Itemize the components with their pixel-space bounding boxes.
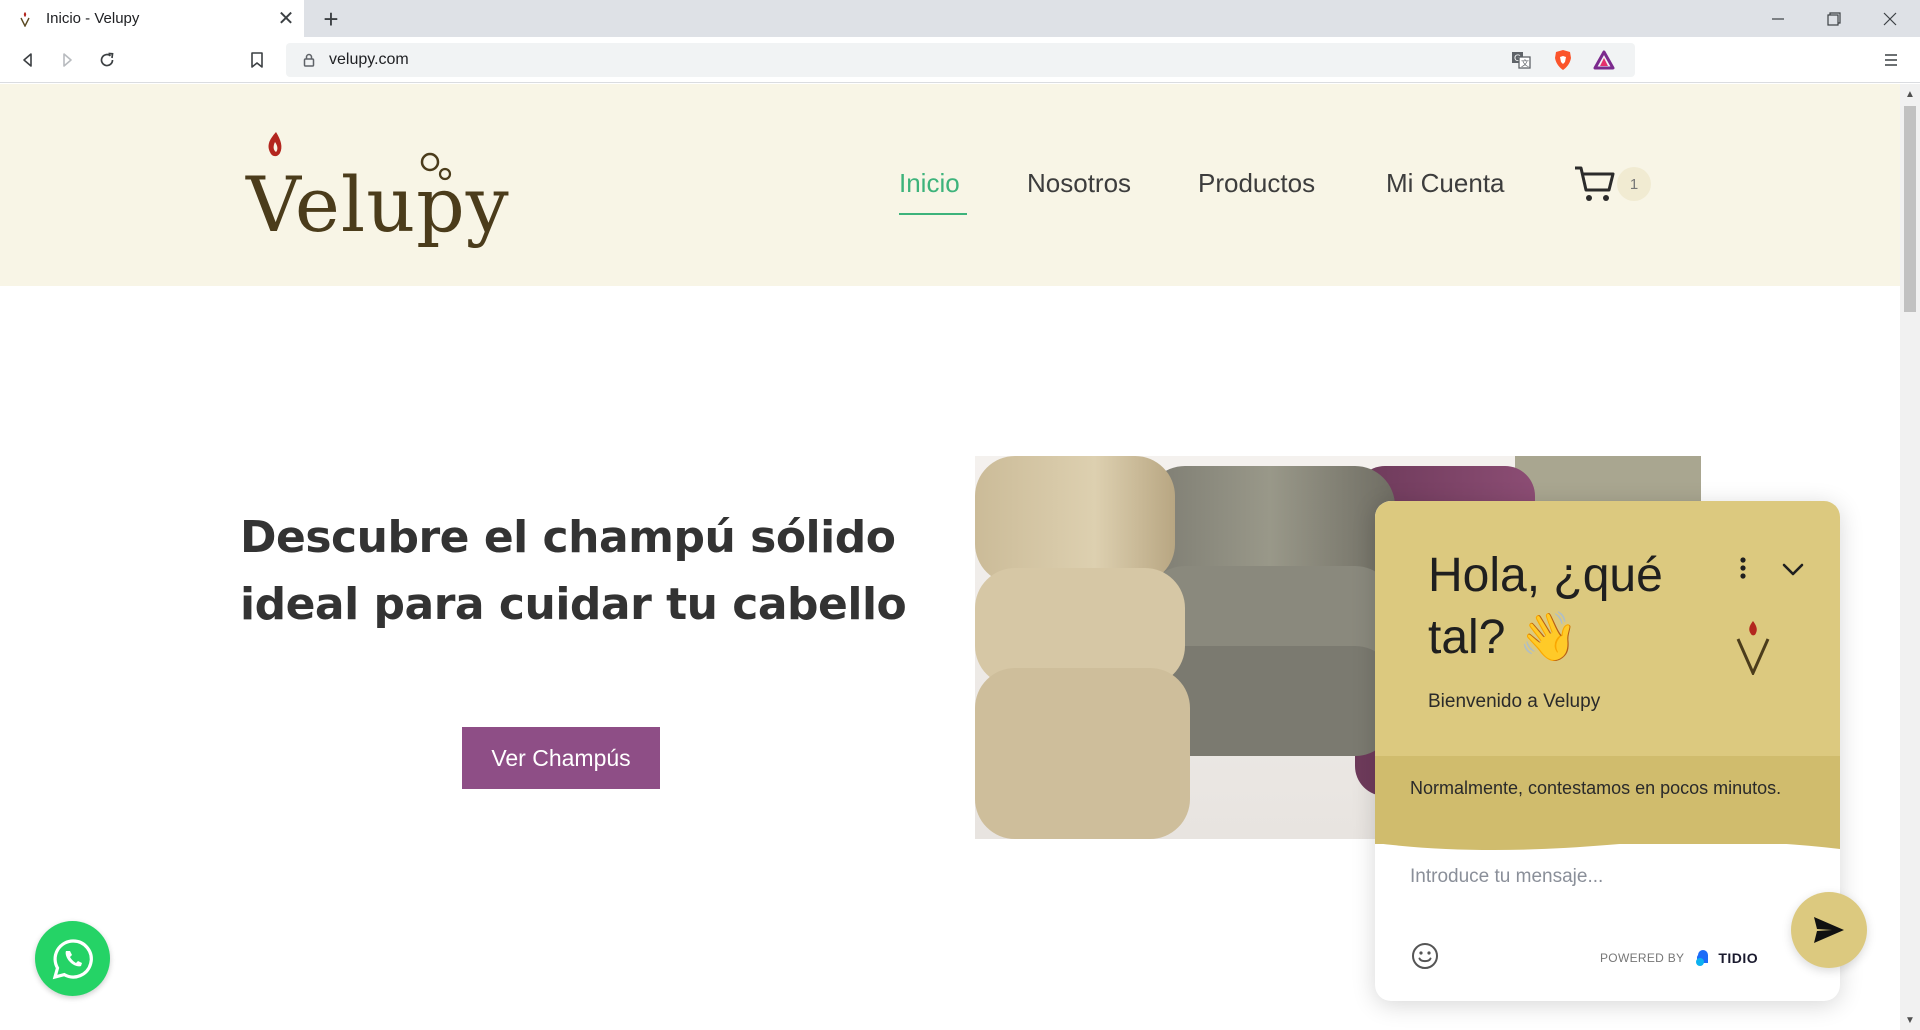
nav-active-underline — [899, 213, 967, 215]
whatsapp-icon — [52, 938, 93, 979]
chat-message-input[interactable]: Introduce tu mensaje... — [1410, 866, 1603, 888]
restore-window-icon[interactable] — [1806, 0, 1862, 37]
emoji-icon[interactable] — [1410, 941, 1440, 971]
chat-response-note: Normalmente, contestamos en pocos minuto… — [1410, 778, 1782, 798]
close-tab-icon[interactable]: ✕ — [268, 1, 304, 37]
forward-icon[interactable] — [52, 45, 82, 75]
velupy-favicon-icon — [20, 11, 30, 27]
cart-count-badge[interactable]: 1 — [1617, 167, 1651, 201]
chevron-down-icon[interactable] — [1779, 555, 1807, 583]
tab-active[interactable]: Inicio - Velupy ✕ — [0, 0, 304, 37]
tab-strip: Inicio - Velupy ✕ + — [0, 0, 1920, 37]
scroll-down-icon[interactable]: ▼ — [1900, 1012, 1920, 1028]
browser-toolbar: velupy.com G文 — [0, 37, 1920, 83]
address-bar[interactable]: velupy.com G文 — [286, 43, 1635, 77]
whatsapp-button[interactable] — [35, 921, 110, 996]
chat-greeting: Hola, ¿qué tal? 👋 — [1428, 549, 1663, 664]
send-message-button[interactable] — [1791, 892, 1867, 968]
tidio-brand: TIDIO — [1718, 950, 1759, 966]
nav-productos[interactable]: Productos — [1198, 168, 1315, 199]
tab-title: Inicio - Velupy — [46, 10, 140, 27]
site-header: Velupy Inicio Nosotros Productos Mi Cuen… — [0, 84, 1900, 286]
brave-rewards-icon[interactable] — [1591, 49, 1617, 71]
send-icon — [1814, 917, 1844, 943]
menu-icon[interactable] — [1876, 45, 1906, 75]
new-tab-button[interactable]: + — [316, 4, 346, 34]
brave-shield-icon[interactable] — [1550, 49, 1576, 71]
powered-by-tidio[interactable]: POWERED BY TIDIO — [1600, 949, 1758, 967]
powered-by-label: POWERED BY — [1600, 951, 1685, 965]
reload-icon[interactable] — [92, 45, 122, 75]
hero-title: Descubre el champú sólido ideal para cui… — [240, 512, 907, 630]
chat-welcome: Bienvenido a Velupy — [1428, 691, 1601, 712]
velupy-avatar-icon — [1736, 621, 1770, 675]
svg-text:文: 文 — [1521, 58, 1529, 68]
tidio-logo-icon — [1696, 950, 1709, 966]
minimize-window-icon[interactable] — [1750, 0, 1806, 37]
scrollbar[interactable]: ▲ ▼ — [1900, 84, 1920, 1030]
velupy-logo[interactable]: Velupy — [240, 130, 509, 249]
scroll-up-icon[interactable]: ▲ — [1900, 86, 1920, 102]
translate-icon[interactable]: G文 — [1508, 49, 1534, 71]
back-icon[interactable] — [13, 45, 43, 75]
logo-text: Velupy — [246, 160, 510, 249]
chat-wave-divider — [1375, 831, 1840, 850]
nav-mi-cuenta[interactable]: Mi Cuenta — [1386, 168, 1505, 199]
ver-champus-button[interactable]: Ver Champús — [462, 727, 660, 789]
lock-icon — [303, 53, 315, 67]
nav-inicio[interactable]: Inicio — [899, 168, 960, 199]
chat-header: Hola, ¿qué tal? 👋 Bienvenido a Velupy — [1375, 501, 1840, 756]
url-text: velupy.com — [329, 51, 409, 68]
more-options-icon[interactable] — [1733, 553, 1753, 583]
scrollbar-thumb[interactable] — [1904, 106, 1916, 312]
chat-widget: Hola, ¿qué tal? 👋 Bienvenido a Velupy No… — [1375, 501, 1840, 1001]
cart-icon[interactable] — [1573, 162, 1617, 206]
bookmark-icon[interactable] — [242, 45, 272, 75]
close-window-icon[interactable] — [1862, 0, 1918, 37]
nav-nosotros[interactable]: Nosotros — [1027, 168, 1131, 199]
